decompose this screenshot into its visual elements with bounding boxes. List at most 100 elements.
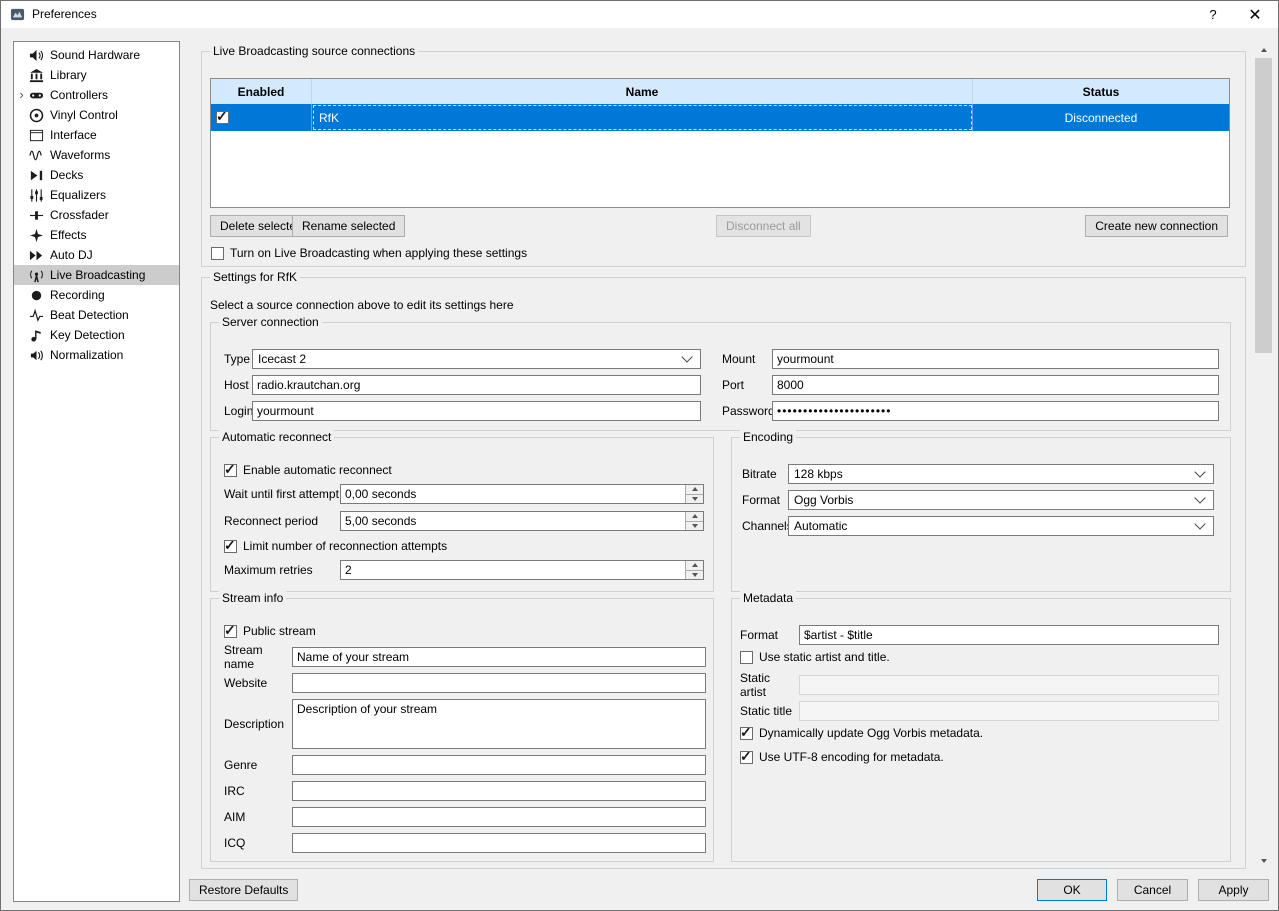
group-title: Encoding bbox=[740, 430, 796, 444]
sidebar-item-sound-hardware[interactable]: Sound Hardware bbox=[14, 45, 179, 65]
spin-up-button[interactable] bbox=[686, 485, 703, 495]
close-button[interactable]: ✕ bbox=[1234, 1, 1276, 28]
sidebar-item-vinyl-control[interactable]: Vinyl Control bbox=[14, 105, 179, 125]
metadata-format-label: Format bbox=[740, 628, 799, 642]
sidebar-item-auto-dj[interactable]: Auto DJ bbox=[14, 245, 179, 265]
enable-reconnect-row[interactable]: Enable automatic reconnect bbox=[224, 462, 392, 478]
status-cell: Disconnected bbox=[973, 104, 1229, 131]
sidebar-item-waveforms[interactable]: Waveforms bbox=[14, 145, 179, 165]
apply-button[interactable]: Apply bbox=[1198, 879, 1269, 901]
irc-input[interactable] bbox=[292, 781, 706, 801]
login-input[interactable] bbox=[252, 401, 701, 421]
form-row: Wait until first attempt bbox=[224, 484, 704, 504]
scroll-down-button[interactable] bbox=[1255, 852, 1272, 869]
type-select[interactable]: Icecast 2 bbox=[252, 349, 701, 369]
scrollbar-thumb[interactable] bbox=[1255, 58, 1272, 353]
checkbox-label: Use UTF-8 encoding for metadata. bbox=[759, 750, 944, 764]
sidebar-item-controllers[interactable]: › Controllers bbox=[14, 85, 179, 105]
help-button[interactable]: ? bbox=[1192, 1, 1234, 28]
selected-value: Ogg Vorbis bbox=[794, 493, 853, 507]
spin-up-button[interactable] bbox=[686, 561, 703, 571]
sidebar-item-label: Controllers bbox=[48, 88, 108, 102]
rename-selected-button[interactable]: Rename selected bbox=[292, 215, 405, 237]
retries-input[interactable] bbox=[341, 561, 685, 579]
sidebar-item-live-broadcasting[interactable]: Live Broadcasting bbox=[14, 265, 179, 285]
turn-on-broadcasting-row[interactable]: Turn on Live Broadcasting when applying … bbox=[211, 245, 527, 261]
description-textarea[interactable]: Description of your stream bbox=[292, 699, 706, 749]
turn-on-broadcasting-checkbox[interactable] bbox=[211, 247, 224, 260]
utf8-metadata-row[interactable]: Use UTF-8 encoding for metadata. bbox=[740, 749, 944, 765]
form-row: Description Description of your stream bbox=[224, 699, 706, 749]
form-row: Static title bbox=[740, 701, 1219, 721]
form-row: Static artist bbox=[740, 675, 1219, 695]
dynamic-metadata-checkbox[interactable] bbox=[740, 727, 753, 740]
ok-button[interactable]: OK bbox=[1037, 879, 1107, 901]
header-enabled[interactable]: Enabled bbox=[211, 79, 312, 104]
website-input[interactable] bbox=[292, 673, 706, 693]
create-new-connection-button[interactable]: Create new connection bbox=[1085, 215, 1228, 237]
limit-attempts-checkbox[interactable] bbox=[224, 540, 237, 553]
spin-down-button[interactable] bbox=[686, 495, 703, 504]
cancel-button[interactable]: Cancel bbox=[1117, 879, 1188, 901]
scroll-up-button[interactable] bbox=[1255, 41, 1272, 58]
bitrate-select[interactable]: 128 kbps bbox=[788, 464, 1214, 484]
spin-up-button[interactable] bbox=[686, 512, 703, 522]
wait-spinbox[interactable] bbox=[340, 484, 704, 504]
channels-select[interactable]: Automatic bbox=[788, 516, 1214, 536]
encoding-group: Encoding Bitrate 128 kbps Format Ogg Vor… bbox=[731, 437, 1231, 592]
public-stream-checkbox[interactable] bbox=[224, 625, 237, 638]
period-input[interactable] bbox=[341, 512, 685, 530]
port-input[interactable] bbox=[772, 375, 1219, 395]
sidebar-item-beat-detection[interactable]: Beat Detection bbox=[14, 305, 179, 325]
host-input[interactable] bbox=[252, 375, 701, 395]
restore-defaults-button[interactable]: Restore Defaults bbox=[189, 879, 298, 901]
table-header-row: Enabled Name Status bbox=[211, 79, 1229, 104]
stream-info-group: Stream info Public stream Stream name We… bbox=[210, 598, 714, 862]
genre-label: Genre bbox=[224, 758, 292, 772]
limit-attempts-row[interactable]: Limit number of reconnection attempts bbox=[224, 538, 447, 554]
sidebar-item-key-detection[interactable]: Key Detection bbox=[14, 325, 179, 345]
spin-down-button[interactable] bbox=[686, 571, 703, 580]
waveform-icon bbox=[29, 148, 48, 163]
sidebar-item-crossfader[interactable]: Crossfader bbox=[14, 205, 179, 225]
chevron-right-icon[interactable]: › bbox=[14, 88, 29, 102]
normalization-icon bbox=[29, 348, 48, 363]
wait-input[interactable] bbox=[341, 485, 685, 503]
public-stream-row[interactable]: Public stream bbox=[224, 623, 316, 639]
checkbox-label: Limit number of reconnection attempts bbox=[243, 539, 447, 553]
interface-icon bbox=[29, 128, 48, 143]
spin-down-button[interactable] bbox=[686, 522, 703, 531]
metadata-format-input[interactable] bbox=[799, 625, 1219, 645]
format-select[interactable]: Ogg Vorbis bbox=[788, 490, 1214, 510]
vertical-scrollbar[interactable] bbox=[1255, 41, 1272, 869]
group-title: Automatic reconnect bbox=[219, 430, 334, 444]
header-name[interactable]: Name bbox=[312, 79, 973, 104]
mount-input[interactable] bbox=[772, 349, 1219, 369]
sidebar-item-normalization[interactable]: Normalization bbox=[14, 345, 179, 365]
sidebar-item-library[interactable]: Library bbox=[14, 65, 179, 85]
table-row[interactable]: RfK Disconnected bbox=[211, 104, 1229, 131]
aim-input[interactable] bbox=[292, 807, 706, 827]
sidebar-item-effects[interactable]: Effects bbox=[14, 225, 179, 245]
sidebar-item-interface[interactable]: Interface bbox=[14, 125, 179, 145]
genre-input[interactable] bbox=[292, 755, 706, 775]
header-status[interactable]: Status bbox=[973, 79, 1229, 104]
sidebar-item-recording[interactable]: Recording bbox=[14, 285, 179, 305]
retries-spinbox[interactable] bbox=[340, 560, 704, 580]
form-row: Format bbox=[740, 625, 1219, 645]
form-row: Maximum retries bbox=[224, 560, 704, 580]
sidebar-item-equalizers[interactable]: Equalizers bbox=[14, 185, 179, 205]
static-metadata-row[interactable]: Use static artist and title. bbox=[740, 649, 890, 665]
utf8-metadata-checkbox[interactable] bbox=[740, 751, 753, 764]
connection-enabled-checkbox[interactable] bbox=[216, 111, 229, 124]
dynamic-metadata-row[interactable]: Dynamically update Ogg Vorbis metadata. bbox=[740, 725, 983, 741]
sidebar-item-decks[interactable]: Decks bbox=[14, 165, 179, 185]
chevron-down-icon bbox=[1194, 518, 1205, 529]
enable-reconnect-checkbox[interactable] bbox=[224, 464, 237, 477]
password-input[interactable] bbox=[772, 401, 1219, 421]
static-metadata-checkbox[interactable] bbox=[740, 651, 753, 664]
group-title: Stream info bbox=[219, 591, 286, 605]
icq-input[interactable] bbox=[292, 833, 706, 853]
period-spinbox[interactable] bbox=[340, 511, 704, 531]
stream-name-input[interactable] bbox=[292, 647, 706, 667]
